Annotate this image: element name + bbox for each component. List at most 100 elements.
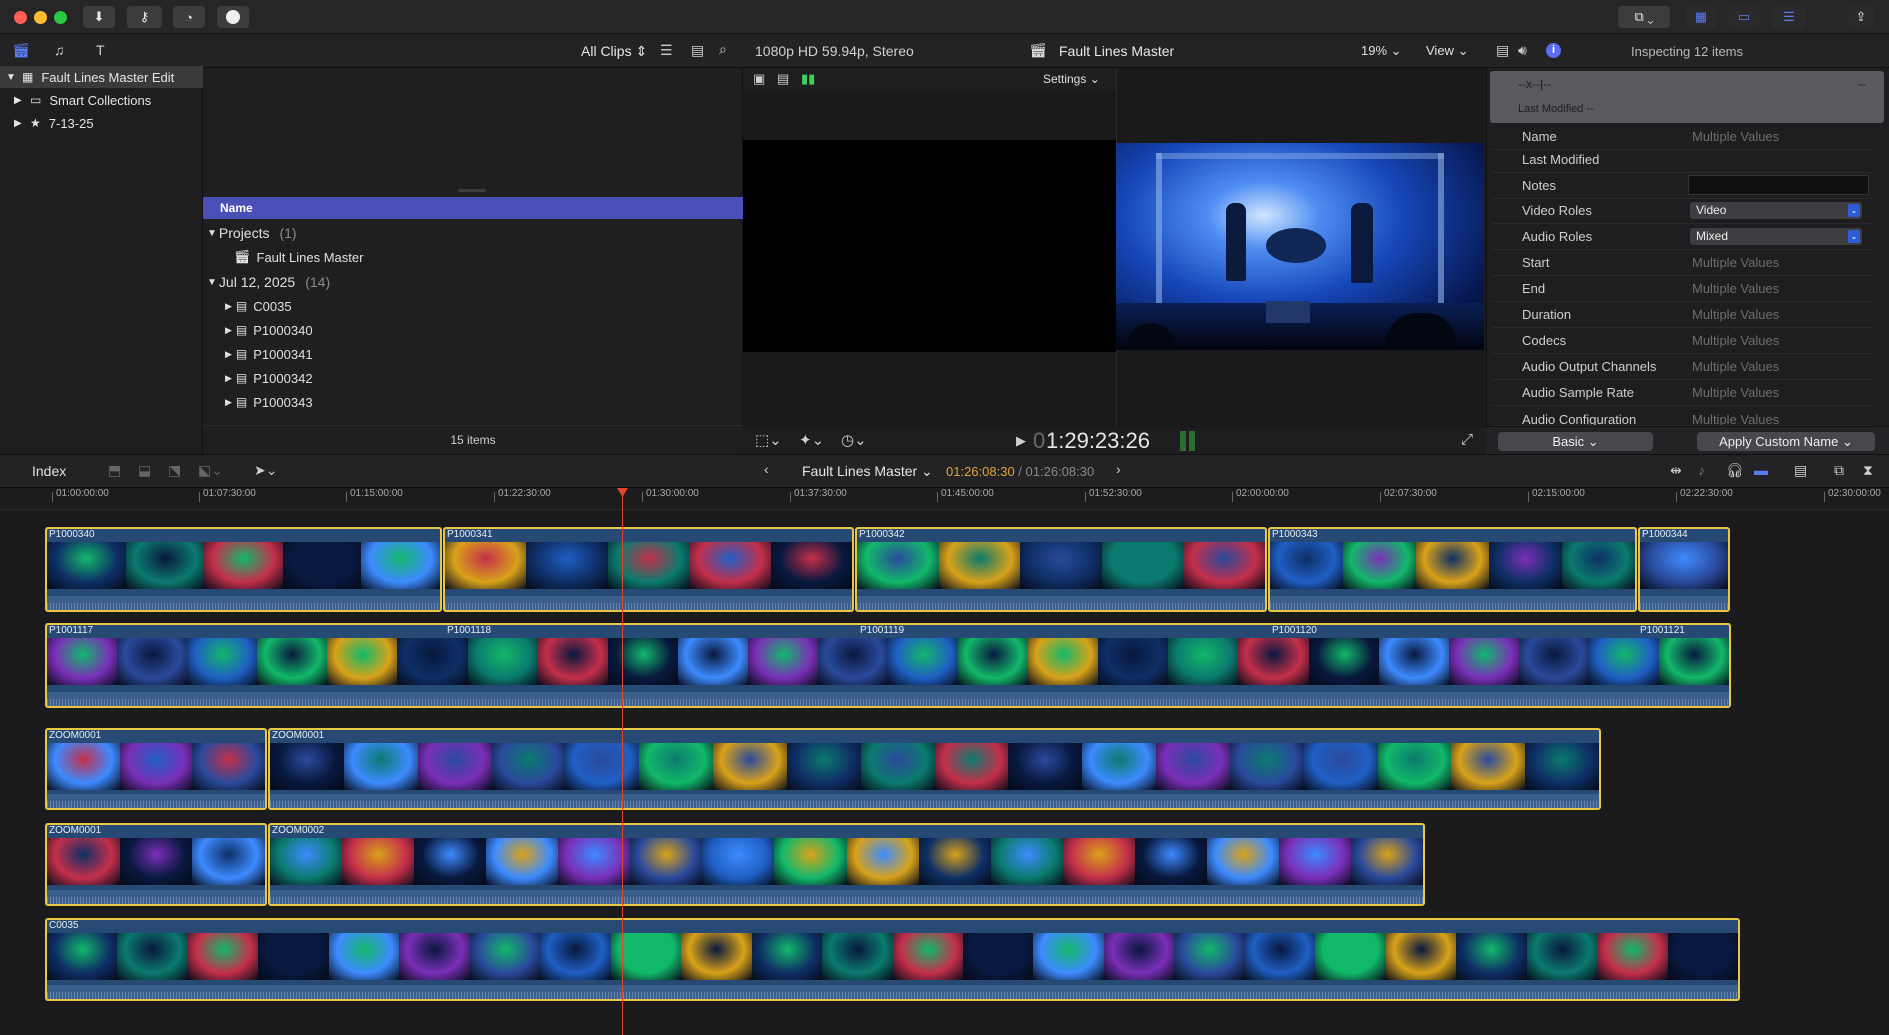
- metadata-view-popup[interactable]: Basic ⌄: [1498, 432, 1653, 451]
- speaker-icon[interactable]: 🔊︎: [1518, 42, 1527, 59]
- group-projects[interactable]: ▼ Projects (1): [203, 221, 743, 245]
- list-item[interactable]: ▶ ▤ P1000340: [203, 318, 743, 342]
- show-browser-button[interactable]: ▦: [1686, 6, 1716, 28]
- disclosure-right-icon[interactable]: ▶: [225, 397, 232, 408]
- import-button[interactable]: ⬇: [83, 6, 115, 28]
- clapper-icon[interactable]: 🎬︎: [12, 42, 30, 59]
- overwrite-clip-icon[interactable]: ⬕⌄: [198, 462, 223, 479]
- timeline-clip[interactable]: P1000344: [1638, 527, 1730, 612]
- filmstrip-icon[interactable]: ▤: [691, 42, 704, 59]
- timecode-display[interactable]: 1:29:23:26: [1046, 428, 1150, 454]
- audio-skimming-icon[interactable]: ♪: [1698, 462, 1705, 478]
- filmstrip-icon[interactable]: ▤: [777, 71, 789, 87]
- audio-waveform-icon[interactable]: ▮▮: [801, 71, 815, 87]
- timeline-index-icon[interactable]: ⧉: [1834, 462, 1844, 479]
- select-tool-icon[interactable]: ➤⌄: [254, 462, 277, 479]
- play-icon[interactable]: ▶: [1016, 433, 1026, 449]
- disclosure-right-icon[interactable]: ▶: [14, 95, 24, 106]
- settings-popup[interactable]: Settings ⌄: [1043, 72, 1100, 86]
- minimize-window-button[interactable]: [34, 11, 47, 24]
- solo-icon[interactable]: ▬: [1754, 462, 1768, 478]
- disclosure-right-icon[interactable]: ▶: [14, 118, 24, 129]
- disclosure-right-icon[interactable]: ▶: [225, 373, 232, 384]
- library-item-smart-collections[interactable]: ▶ ▭ Smart Collections: [0, 89, 203, 111]
- list-item[interactable]: 🎬︎ Fault Lines Master: [203, 245, 743, 269]
- disclosure-down-icon[interactable]: ▼: [207, 277, 217, 288]
- disclosure-down-icon[interactable]: ▼: [6, 72, 16, 83]
- share-button[interactable]: ⇪: [1848, 6, 1874, 28]
- keywords-button[interactable]: ⚷: [127, 6, 162, 28]
- clip-thumbnail-frame: [445, 542, 527, 589]
- disclosure-right-icon[interactable]: ▶: [225, 349, 232, 360]
- library-item-7-13-25[interactable]: ▶ ★ 7-13-25: [0, 112, 203, 134]
- timeline-clip[interactable]: P1000340: [45, 527, 442, 612]
- enhance-icon[interactable]: ✦⌄: [799, 431, 824, 449]
- playhead[interactable]: [622, 488, 623, 1035]
- disclosure-right-icon[interactable]: ▶: [225, 301, 232, 312]
- search-icon[interactable]: ⌕: [719, 41, 727, 58]
- list-item[interactable]: ▶ ▤ P1000341: [203, 342, 743, 366]
- connect-clip-icon[interactable]: ⬒: [108, 462, 121, 479]
- list-item[interactable]: ▶ ▤ P1000343: [203, 390, 743, 414]
- clip-thumbnails: [47, 838, 265, 885]
- audio-meter-right: [1189, 431, 1195, 451]
- show-timeline-button[interactable]: ▭: [1728, 6, 1760, 28]
- row-label: Name: [1522, 129, 1557, 144]
- list-item[interactable]: ▶ ▤ C0035: [203, 294, 743, 318]
- titles-icon[interactable]: T: [96, 42, 105, 58]
- timeline-clip[interactable]: C0035: [45, 918, 1740, 1001]
- clip-filter-popup[interactable]: All Clips ⇕: [581, 43, 647, 60]
- video-roles-popup[interactable]: Video ⌄: [1690, 202, 1862, 219]
- timeline-clip[interactable]: P1000341: [443, 527, 854, 612]
- row-value[interactable]: Multiple Values: [1692, 129, 1779, 144]
- zoom-window-button[interactable]: [54, 11, 67, 24]
- list-item[interactable]: ▶ ▤ P1000342: [203, 366, 743, 390]
- film-icon[interactable]: ▤: [1496, 42, 1509, 59]
- view-menu[interactable]: View ⌄: [1426, 43, 1468, 59]
- timeline-clip-group[interactable]: P1001117 P1001118 P1001119 P1001120 P100…: [45, 623, 1731, 708]
- append-clip-icon[interactable]: ⬔: [168, 462, 181, 479]
- apply-custom-name-popup[interactable]: Apply Custom Name ⌄: [1697, 432, 1875, 451]
- timeline-clip[interactable]: P1000342: [855, 527, 1267, 612]
- close-window-button[interactable]: [14, 11, 27, 24]
- row-label: Audio Configuration: [1522, 412, 1637, 426]
- timeline-project-popup[interactable]: Fault Lines Master ⌄: [802, 463, 933, 480]
- clip-appearance-icon[interactable]: ⇹: [1670, 462, 1682, 479]
- audio-roles-popup[interactable]: Mixed ⌄: [1690, 228, 1862, 245]
- insert-clip-icon[interactable]: ⬓: [138, 462, 151, 479]
- timeline-ruler[interactable]: 01:00:00:00 01:07:30:00 01:15:00:00 01:2…: [0, 488, 1889, 510]
- back-arrow-icon[interactable]: ‹: [764, 461, 769, 477]
- speed-icon[interactable]: ◷⌄: [841, 431, 867, 449]
- clip-appearance-icon[interactable]: ☰: [660, 42, 673, 59]
- timeline-clip[interactable]: ZOOM0002: [268, 823, 1425, 906]
- frame-icon[interactable]: ▣: [753, 71, 765, 87]
- show-inspector-button[interactable]: ☰: [1772, 6, 1806, 28]
- timeline-clip[interactable]: ZOOM0001: [45, 728, 267, 810]
- forward-arrow-icon[interactable]: ›: [1116, 461, 1121, 477]
- headphones-icon[interactable]: 🎧︎: [1726, 462, 1744, 479]
- notes-field[interactable]: [1688, 175, 1869, 195]
- timeline-clip[interactable]: P1000343: [1268, 527, 1637, 612]
- workspace-button[interactable]: ⧉ ⌄: [1618, 6, 1670, 28]
- photos-icon[interactable]: ♫: [54, 42, 65, 58]
- disclosure-down-icon[interactable]: ▼: [207, 228, 217, 239]
- info-icon[interactable]: i: [1546, 43, 1561, 58]
- timeline-area[interactable]: P1000340 P1000341 P1000342 P1000343 P100…: [0, 488, 1889, 1035]
- group-jul-12-2025[interactable]: ▼ Jul 12, 2025 (14): [203, 270, 743, 294]
- snapping-icon[interactable]: ▤: [1794, 462, 1807, 479]
- clip-thumbnails: [47, 743, 265, 790]
- transform-icon[interactable]: ⬚⌄: [755, 431, 782, 449]
- timeline-clip[interactable]: ZOOM0001: [45, 823, 267, 906]
- disclosure-right-icon[interactable]: ▶: [225, 325, 232, 336]
- browser-resize-handle[interactable]: [458, 189, 486, 192]
- timeline-clip[interactable]: ZOOM0001: [268, 728, 1601, 810]
- audio-waveform: [270, 794, 1599, 808]
- zoom-popup[interactable]: 19% ⌄: [1361, 43, 1402, 59]
- effects-browser-icon[interactable]: ⧗: [1863, 462, 1873, 479]
- check-button[interactable]: [217, 6, 249, 28]
- name-column-header[interactable]: Name: [203, 197, 743, 219]
- background-tasks-button[interactable]: ◔: [173, 6, 205, 28]
- index-button[interactable]: Index: [32, 463, 66, 479]
- fullscreen-icon[interactable]: ⤢: [1461, 431, 1473, 448]
- library-item-fault-lines-master-edit[interactable]: ▼ ▦ Fault Lines Master Edit: [0, 66, 203, 88]
